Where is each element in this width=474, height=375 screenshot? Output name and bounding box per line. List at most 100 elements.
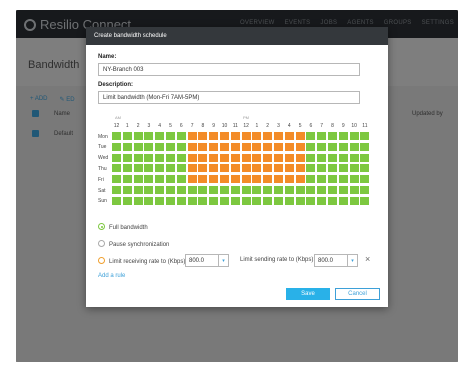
radio-selected-icon[interactable] (98, 223, 105, 230)
schedule-cell[interactable] (284, 142, 294, 151)
schedule-cell[interactable] (209, 175, 219, 184)
schedule-cell[interactable] (144, 153, 154, 162)
schedule-cell[interactable] (317, 142, 327, 151)
schedule-cell[interactable] (133, 186, 143, 194)
schedule-cell[interactable] (144, 164, 154, 173)
schedule-cell[interactable] (166, 142, 175, 151)
schedule-cell[interactable] (133, 164, 143, 173)
schedule-cell[interactable] (166, 175, 175, 184)
schedule-cell[interactable] (295, 175, 305, 184)
schedule-cell[interactable] (274, 142, 283, 151)
schedule-cell[interactable] (155, 132, 165, 140)
schedule-cell[interactable] (338, 164, 348, 173)
add-rule-link[interactable]: Add a rule (98, 273, 125, 279)
schedule-cell[interactable] (274, 175, 283, 184)
schedule-cell[interactable] (209, 132, 219, 140)
schedule-cell[interactable] (284, 196, 294, 205)
schedule-cell[interactable] (360, 153, 370, 162)
schedule-cell[interactable] (230, 164, 240, 173)
description-field[interactable]: Limit bandwidth (Mon-Fri 7AM-5PM) (98, 91, 360, 104)
schedule-cell[interactable] (112, 153, 121, 162)
schedule-cell[interactable] (252, 164, 262, 173)
schedule-cell[interactable] (122, 153, 132, 162)
schedule-cell[interactable] (328, 142, 337, 151)
schedule-cell[interactable] (176, 175, 186, 184)
schedule-cell[interactable] (230, 186, 240, 194)
schedule-cell[interactable] (317, 186, 327, 194)
schedule-cell[interactable] (220, 186, 229, 194)
schedule-cell[interactable] (338, 196, 348, 205)
schedule-cell[interactable] (230, 175, 240, 184)
schedule-cell[interactable] (295, 186, 305, 194)
schedule-cell[interactable] (338, 186, 348, 194)
schedule-cell[interactable] (338, 175, 348, 184)
schedule-cell[interactable] (187, 175, 197, 184)
schedule-cell[interactable] (112, 132, 121, 140)
schedule-cell[interactable] (317, 132, 327, 140)
schedule-cell[interactable] (166, 164, 175, 173)
schedule-cell[interactable] (328, 196, 337, 205)
schedule-cell[interactable] (263, 142, 273, 151)
schedule-cell[interactable] (122, 175, 132, 184)
schedule-cell[interactable] (187, 196, 197, 205)
schedule-cell[interactable] (155, 186, 165, 194)
schedule-cell[interactable] (295, 164, 305, 173)
option-limit-receiving[interactable]: Limit receiving rate to (Kbps): (98, 257, 187, 265)
schedule-cell[interactable] (133, 132, 143, 140)
schedule-cell[interactable] (122, 186, 132, 194)
schedule-cell[interactable] (241, 175, 251, 184)
schedule-cell[interactable] (284, 132, 294, 140)
schedule-cell[interactable] (241, 153, 251, 162)
schedule-cell[interactable] (284, 175, 294, 184)
schedule-cell[interactable] (306, 132, 316, 140)
schedule-cell[interactable] (263, 153, 273, 162)
schedule-cell[interactable] (295, 196, 305, 205)
schedule-cell[interactable] (198, 164, 208, 173)
schedule-cell[interactable] (338, 132, 348, 140)
schedule-cell[interactable] (252, 142, 262, 151)
schedule-cell[interactable] (252, 175, 262, 184)
schedule-cell[interactable] (209, 186, 219, 194)
schedule-cell[interactable] (155, 142, 165, 151)
schedule-cell[interactable] (209, 164, 219, 173)
schedule-cell[interactable] (220, 164, 229, 173)
schedule-cell[interactable] (349, 196, 359, 205)
schedule-cell[interactable] (187, 153, 197, 162)
schedule-cell[interactable] (263, 175, 273, 184)
schedule-cell[interactable] (122, 164, 132, 173)
schedule-cell[interactable] (284, 153, 294, 162)
receiving-rate-dropdown[interactable]: ▾ (219, 254, 229, 267)
schedule-cell[interactable] (306, 153, 316, 162)
save-button[interactable]: Save (286, 288, 330, 300)
schedule-cell[interactable] (349, 142, 359, 151)
radio-icon[interactable] (98, 240, 105, 247)
schedule-cell[interactable] (338, 142, 348, 151)
schedule-cell[interactable] (284, 164, 294, 173)
schedule-cell[interactable] (166, 186, 175, 194)
schedule-cell[interactable] (176, 142, 186, 151)
schedule-cell[interactable] (328, 153, 337, 162)
schedule-cell[interactable] (198, 175, 208, 184)
schedule-cell[interactable] (133, 196, 143, 205)
schedule-cell[interactable] (349, 186, 359, 194)
schedule-cell[interactable] (328, 164, 337, 173)
schedule-cell[interactable] (133, 142, 143, 151)
schedule-cell[interactable] (220, 132, 229, 140)
schedule-cell[interactable] (252, 153, 262, 162)
schedule-cell[interactable] (230, 196, 240, 205)
close-icon[interactable]: × (365, 254, 370, 264)
schedule-cell[interactable] (198, 196, 208, 205)
option-pause-sync[interactable]: Pause synchronization (98, 240, 169, 248)
schedule-cell[interactable] (209, 153, 219, 162)
schedule-cell[interactable] (349, 164, 359, 173)
schedule-cell[interactable] (241, 142, 251, 151)
schedule-cell[interactable] (112, 175, 121, 184)
schedule-cell[interactable] (176, 164, 186, 173)
schedule-cell[interactable] (133, 175, 143, 184)
schedule-cell[interactable] (360, 164, 370, 173)
schedule-cell[interactable] (263, 196, 273, 205)
schedule-cell[interactable] (306, 175, 316, 184)
schedule-cell[interactable] (241, 164, 251, 173)
schedule-cell[interactable] (252, 186, 262, 194)
schedule-cell[interactable] (176, 132, 186, 140)
